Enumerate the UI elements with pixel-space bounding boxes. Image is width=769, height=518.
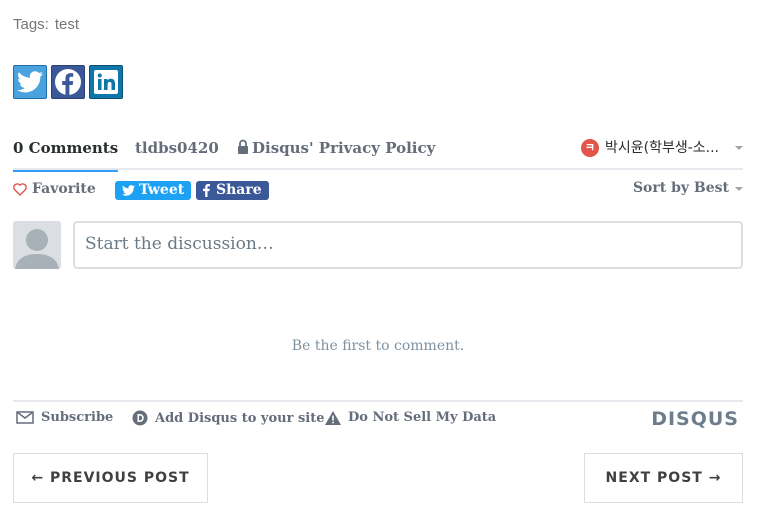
- warning-icon: [325, 410, 341, 425]
- privacy-policy-label: Disqus' Privacy Policy: [252, 139, 436, 157]
- heart-icon: [13, 182, 27, 196]
- disqus-nav: 0 Comments tldbs0420 Disqus' Privacy Pol…: [13, 138, 743, 172]
- default-avatar-icon: [13, 221, 61, 269]
- add-disqus-link[interactable]: Add Disqus to your site: [132, 410, 325, 426]
- tweet-button[interactable]: Tweet: [115, 181, 192, 200]
- subscribe-link[interactable]: Subscribe: [16, 410, 113, 425]
- chevron-down-icon: [735, 187, 743, 191]
- account-name: 박시윤(학부생-소...: [604, 140, 719, 156]
- facebook-share-small-button[interactable]: Share: [196, 181, 269, 200]
- sort-dropdown[interactable]: Sort by Best: [633, 180, 743, 196]
- facebook-icon: [55, 69, 81, 95]
- lock-icon: [238, 139, 248, 154]
- linkedin-share-button[interactable]: [89, 65, 123, 99]
- share-label: Share: [216, 182, 262, 198]
- account-menu[interactable]: ㅋ 박시윤(학부생-소...: [580, 138, 743, 170]
- discussion-toolbar: Favorite Tweet Share Sort by Best: [13, 180, 743, 204]
- linkedin-icon: [94, 70, 118, 94]
- tab-user-profile[interactable]: tldbs0420: [135, 138, 219, 170]
- comment-input[interactable]: Start the discussion…: [73, 221, 743, 269]
- next-post-button[interactable]: NEXT POST →: [584, 453, 743, 503]
- favorite-label: Favorite: [32, 181, 96, 197]
- sort-label: Sort by Best: [632, 180, 729, 196]
- tags-line: Tags: test: [13, 16, 79, 33]
- tweet-label: Tweet: [139, 182, 185, 198]
- disqus-footer: Subscribe Add Disqus to your site Do Not…: [13, 400, 743, 436]
- twitter-icon: [122, 185, 135, 196]
- subscribe-label: Subscribe: [41, 410, 114, 425]
- do-not-sell-link[interactable]: Do Not Sell My Data: [325, 410, 496, 425]
- add-disqus-label: Add Disqus to your site: [155, 410, 325, 426]
- share-buttons: [13, 65, 123, 99]
- tag-link[interactable]: test: [55, 16, 79, 33]
- previous-post-button[interactable]: ← PREVIOUS POST: [13, 453, 208, 503]
- chevron-down-icon: [735, 146, 743, 150]
- tab-comments[interactable]: 0 Comments: [13, 138, 119, 172]
- user-avatar: [13, 221, 61, 269]
- twitter-share-button[interactable]: [13, 65, 47, 99]
- favorite-button[interactable]: Favorite: [13, 181, 96, 197]
- tags-label: Tags:: [13, 16, 49, 33]
- disqus-logo[interactable]: DISQUS: [651, 408, 739, 430]
- do-not-sell-label: Do Not Sell My Data: [348, 410, 497, 425]
- account-avatar: ㅋ: [580, 139, 599, 157]
- disqus-d-icon: [132, 410, 148, 426]
- empty-comments-message: Be the first to comment.: [291, 338, 465, 354]
- facebook-share-button[interactable]: [51, 65, 85, 99]
- twitter-icon: [17, 71, 43, 93]
- envelope-icon: [16, 411, 34, 424]
- tab-privacy-policy[interactable]: Disqus' Privacy Policy: [237, 138, 435, 170]
- facebook-f-icon: [203, 184, 210, 197]
